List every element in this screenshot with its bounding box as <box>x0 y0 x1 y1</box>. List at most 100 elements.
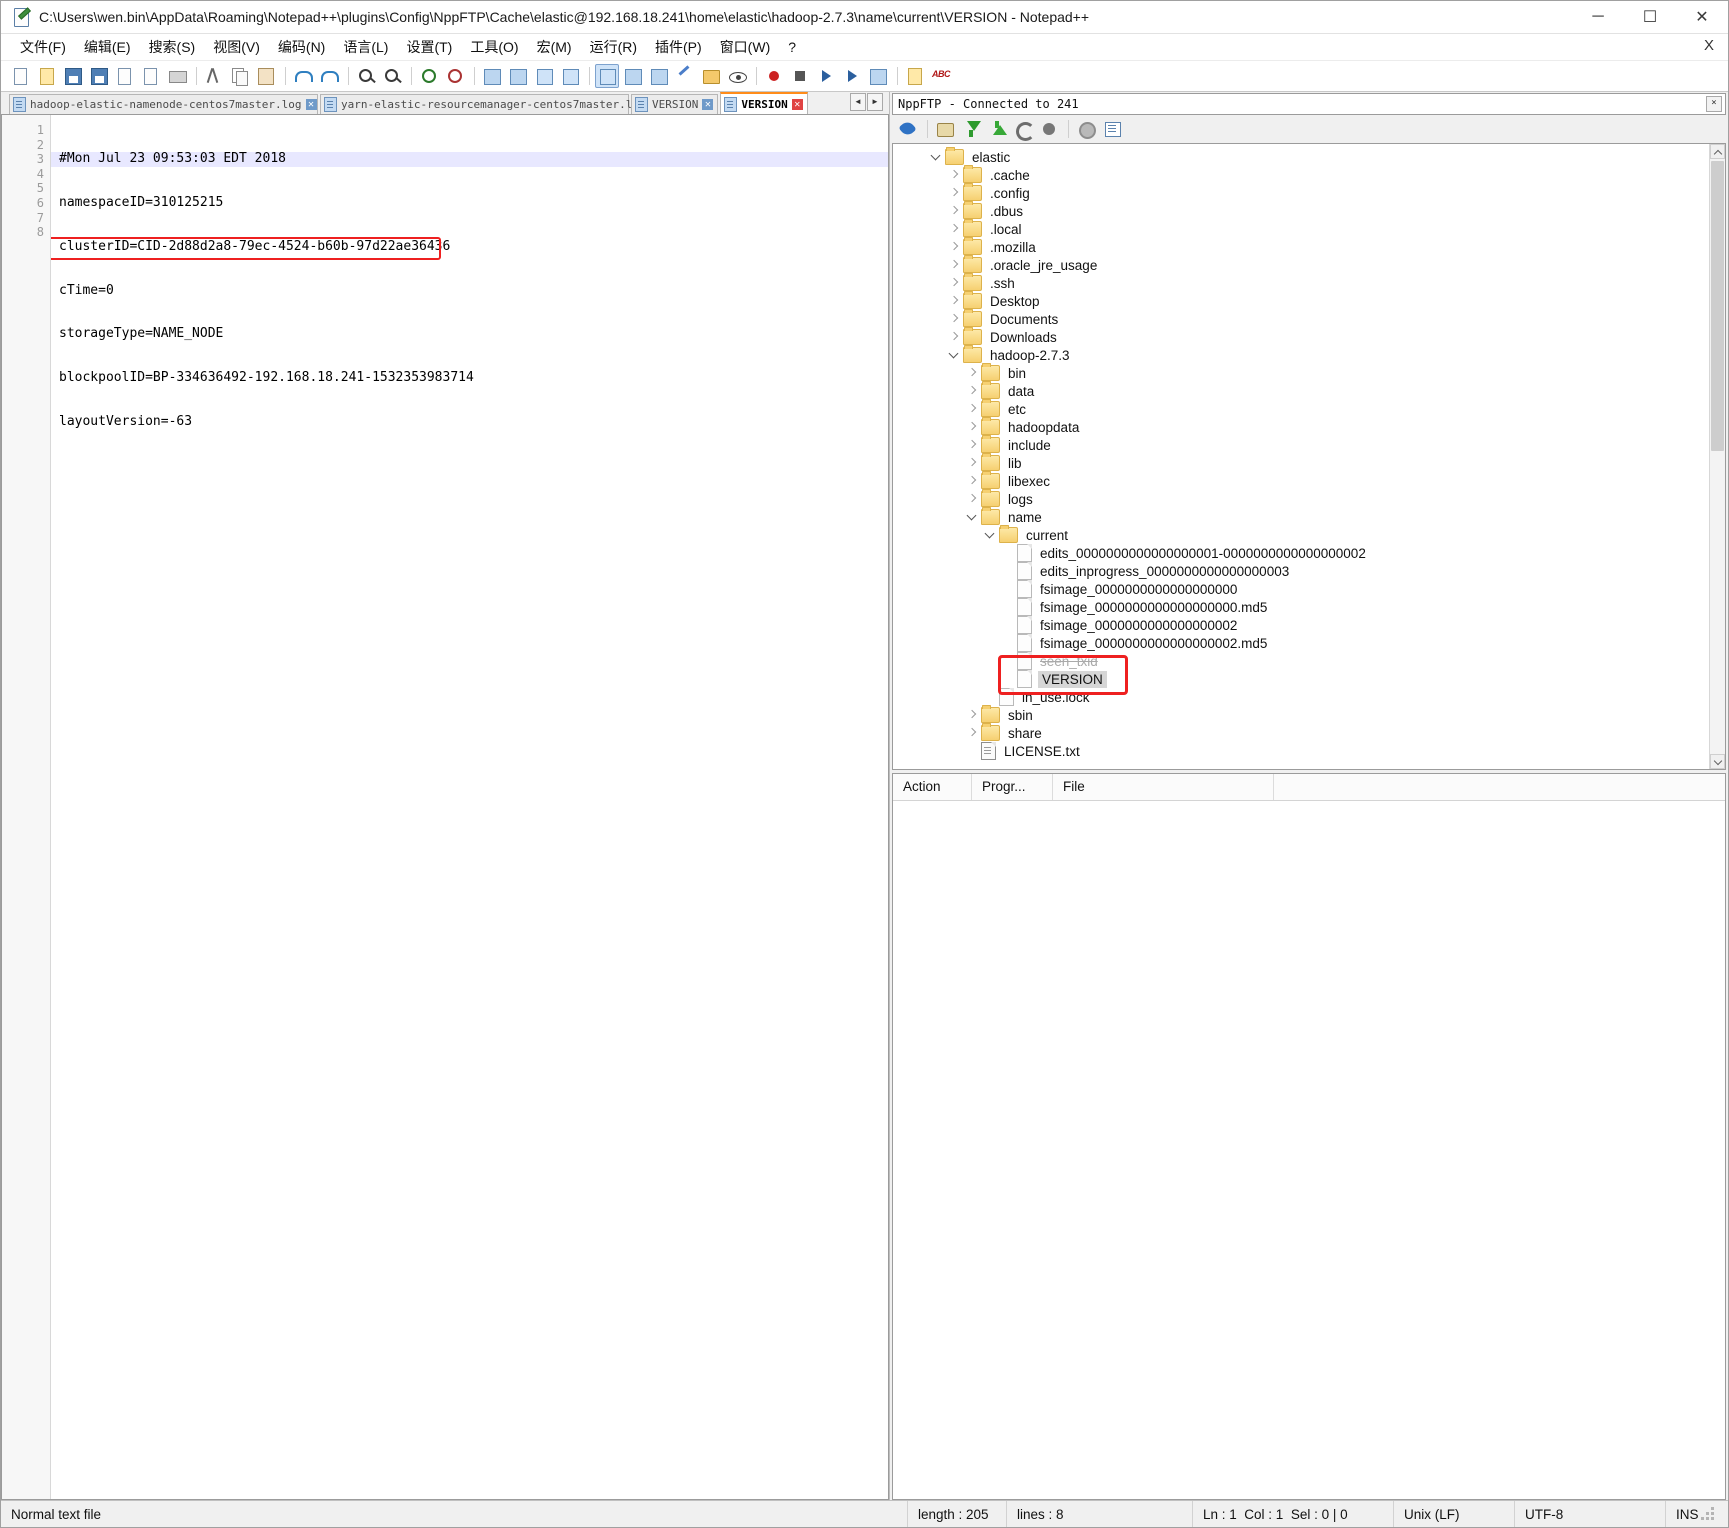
chevron-right-icon[interactable] <box>947 202 963 220</box>
chevron-right-icon[interactable] <box>965 724 981 742</box>
queue-column-action[interactable]: Action <box>893 774 972 800</box>
menu-item-edit[interactable]: 编辑(E) <box>75 34 140 60</box>
tree-folder-row[interactable]: .oracle_jre_usage <box>893 255 1709 274</box>
tree-file-row[interactable]: fsimage_0000000000000000002.md5 <box>893 634 1709 652</box>
macro-save-icon[interactable] <box>866 64 890 88</box>
close-all-icon[interactable] <box>139 64 163 88</box>
tab-close-icon[interactable]: ✕ <box>702 99 714 110</box>
tab-scroll-left-icon[interactable]: ◄ <box>850 93 866 111</box>
connect-icon[interactable] <box>896 117 920 141</box>
tab-close-icon[interactable]: ✕ <box>791 98 803 110</box>
menu-item-language[interactable]: 语言(L) <box>334 34 397 60</box>
chevron-right-icon[interactable] <box>947 310 963 328</box>
user-dialog-icon[interactable] <box>647 64 671 88</box>
highlight-pen-icon[interactable] <box>673 64 697 88</box>
macro-playmany-icon[interactable] <box>840 64 864 88</box>
find-icon[interactable] <box>354 64 378 88</box>
tree-folder-row[interactable]: Documents <box>893 309 1709 328</box>
nppftp-icon[interactable] <box>903 64 927 88</box>
chevron-right-icon[interactable] <box>965 364 981 382</box>
chevron-right-icon[interactable] <box>947 328 963 346</box>
chevron-right-icon[interactable] <box>947 184 963 202</box>
chevron-right-icon[interactable] <box>947 238 963 256</box>
chevron-right-icon[interactable] <box>947 256 963 274</box>
tree-file-row[interactable]: fsimage_0000000000000000000 <box>893 580 1709 598</box>
menu-item-search[interactable]: 搜索(S) <box>140 34 205 60</box>
tree-folder-row[interactable]: .local <box>893 219 1709 238</box>
open-file-icon[interactable] <box>35 64 59 88</box>
save-all-icon[interactable] <box>87 64 111 88</box>
tree-folder-row[interactable]: Downloads <box>893 327 1709 346</box>
save-icon[interactable] <box>61 64 85 88</box>
menu-item-plugins[interactable]: 插件(P) <box>646 34 711 60</box>
tree-folder-row[interactable]: bin <box>893 363 1709 382</box>
print-icon[interactable] <box>165 64 189 88</box>
tree-folder-row[interactable]: share <box>893 723 1709 742</box>
minimize-icon[interactable]: ─ <box>1572 1 1624 33</box>
tree-folder-row[interactable]: include <box>893 435 1709 454</box>
paste-icon[interactable] <box>254 64 278 88</box>
tree-folder-row[interactable]: .cache <box>893 165 1709 184</box>
tree-file-row[interactable]: edits_inprogress_0000000000000000003 <box>893 562 1709 580</box>
tree-file-row[interactable]: in_use.lock <box>893 688 1709 706</box>
tree-folder-row[interactable]: etc <box>893 399 1709 418</box>
show-all-characters-icon[interactable] <box>595 64 619 88</box>
tree-folder-row[interactable]: lib <box>893 453 1709 472</box>
sync-horizontal-icon[interactable] <box>506 64 530 88</box>
spell-check-icon[interactable]: ABC <box>929 64 953 88</box>
zoom-out-icon[interactable] <box>443 64 467 88</box>
tab-yarn-resourcemanager-log[interactable]: yarn-elastic-resourcemanager-centos7mast… <box>320 94 661 114</box>
zoom-in-icon[interactable] <box>417 64 441 88</box>
chevron-right-icon[interactable] <box>947 292 963 310</box>
cut-icon[interactable] <box>202 64 226 88</box>
tree-folder-row[interactable]: .mozilla <box>893 237 1709 256</box>
chevron-right-icon[interactable] <box>965 454 981 472</box>
chevron-down-icon[interactable] <box>965 508 981 526</box>
settings-icon[interactable] <box>1074 117 1098 141</box>
macro-play-icon[interactable] <box>814 64 838 88</box>
tree-folder-row[interactable]: hadoop-2.7.3 <box>893 345 1709 364</box>
tree-file-row[interactable]: fsimage_0000000000000000000.md5 <box>893 598 1709 616</box>
redo-icon[interactable] <box>317 64 341 88</box>
sync-vertical-icon[interactable] <box>480 64 504 88</box>
document-map-icon[interactable] <box>725 64 749 88</box>
tree-folder-row[interactable]: elastic <box>893 147 1709 166</box>
chevron-right-icon[interactable] <box>965 400 981 418</box>
menu-item-macro[interactable]: 宏(M) <box>528 34 581 60</box>
chevron-down-icon[interactable] <box>929 148 945 166</box>
maximize-icon[interactable]: ☐ <box>1624 1 1676 33</box>
tab-scroll-right-icon[interactable]: ► <box>867 93 883 111</box>
tree-file-row[interactable]: fsimage_0000000000000000002 <box>893 616 1709 634</box>
tree-folder-row[interactable]: current <box>893 525 1709 544</box>
queue-column-file[interactable]: File <box>1053 774 1274 800</box>
abort-icon[interactable] <box>1037 117 1061 141</box>
show-symbol-icon[interactable] <box>558 64 582 88</box>
menu-item-encoding[interactable]: 编码(N) <box>269 34 334 60</box>
chevron-right-icon[interactable] <box>965 418 981 436</box>
tree-folder-row[interactable]: sbin <box>893 705 1709 724</box>
menu-item-window[interactable]: 窗口(W) <box>711 34 780 60</box>
tab-close-icon[interactable]: ✕ <box>305 99 317 110</box>
chevron-right-icon[interactable] <box>965 382 981 400</box>
remote-file-tree[interactable]: elastic .cache .config .dbus .local .mozilla.… <box>893 144 1709 769</box>
tree-folder-row[interactable]: logs <box>893 489 1709 508</box>
close-document-button[interactable]: X <box>1704 37 1714 54</box>
new-file-icon[interactable] <box>9 64 33 88</box>
macro-record-icon[interactable] <box>762 64 786 88</box>
tree-folder-row[interactable]: hadoopdata <box>893 417 1709 436</box>
tree-file-row[interactable]: LICENSE.txt <box>893 742 1709 760</box>
menu-item-tools[interactable]: 工具(O) <box>461 34 527 60</box>
chevron-down-icon[interactable] <box>983 526 999 544</box>
tree-folder-row[interactable]: .config <box>893 183 1709 202</box>
tree-folder-row[interactable]: name <box>893 507 1709 526</box>
copy-icon[interactable] <box>228 64 252 88</box>
tree-folder-row[interactable]: .ssh <box>893 273 1709 292</box>
tree-folder-row[interactable]: libexec <box>893 471 1709 490</box>
editor-body[interactable]: 1 2 3 4 5 6 7 8 #Mon Jul 23 09:53:03 EDT… <box>1 114 889 1500</box>
macro-stop-icon[interactable] <box>788 64 812 88</box>
chevron-down-icon[interactable] <box>947 346 963 364</box>
download-icon[interactable] <box>959 117 983 141</box>
menu-item-settings[interactable]: 设置(T) <box>397 34 461 60</box>
tree-vertical-scrollbar[interactable] <box>1709 144 1725 769</box>
undo-icon[interactable] <box>291 64 315 88</box>
